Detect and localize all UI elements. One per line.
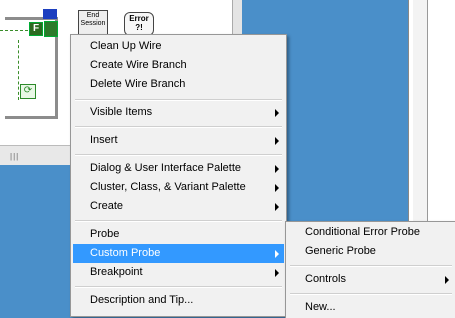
menu-separator — [75, 126, 282, 128]
menu-item-create-wire-branch[interactable]: Create Wire Branch — [73, 56, 284, 75]
submenu-item-controls[interactable]: Controls — [288, 270, 454, 289]
menu-separator — [75, 99, 282, 101]
menu-item-label: Clean Up Wire — [90, 40, 162, 52]
menu-item-label: Description and Tip... — [90, 294, 194, 306]
menu-item-dialog-palette[interactable]: Dialog & User Interface Palette — [73, 159, 284, 178]
menu-item-probe[interactable]: Probe — [73, 225, 284, 244]
menu-item-visible-items[interactable]: Visible Items — [73, 103, 284, 122]
loop-iteration-icon[interactable]: ⟳ — [20, 84, 36, 99]
menu-separator — [290, 293, 452, 295]
menu-separator — [75, 286, 282, 288]
right-window-panel — [408, 0, 455, 225]
submenu-arrow-icon — [445, 276, 449, 284]
menu-item-description-and-tip[interactable]: Description and Tip... — [73, 291, 284, 310]
menu-item-label: Conditional Error Probe — [305, 226, 420, 238]
menu-item-label: Cluster, Class, & Variant Palette — [90, 181, 246, 193]
submenu-item-conditional-error-probe[interactable]: Conditional Error Probe — [288, 223, 454, 242]
submenu-arrow-icon — [275, 165, 279, 173]
menu-item-breakpoint[interactable]: Breakpoint — [73, 263, 284, 282]
submenu-arrow-icon — [275, 203, 279, 211]
menu-item-label: New... — [305, 301, 336, 313]
custom-probe-submenu: Conditional Error Probe Generic Probe Co… — [285, 221, 455, 318]
false-constant[interactable]: F — [29, 22, 43, 36]
error-vi-icon[interactable]: Error ?! — [124, 12, 154, 36]
menu-item-clean-up-wire[interactable]: Clean Up Wire — [73, 37, 284, 56]
menu-item-label: Insert — [90, 134, 118, 146]
menu-item-label: Custom Probe — [90, 247, 161, 259]
submenu-arrow-icon — [275, 109, 279, 117]
menu-item-label: Create Wire Branch — [90, 59, 187, 71]
menu-item-custom-probe[interactable]: Custom Probe — [73, 244, 284, 263]
menu-item-label: Breakpoint — [90, 266, 143, 278]
submenu-arrow-icon — [275, 250, 279, 258]
menu-item-label: Generic Probe — [305, 245, 376, 257]
submenu-arrow-icon — [275, 137, 279, 145]
menu-item-label: Delete Wire Branch — [90, 78, 186, 90]
menu-separator — [290, 265, 452, 267]
menu-item-insert[interactable]: Insert — [73, 131, 284, 150]
select-node-icon[interactable] — [44, 21, 58, 37]
menu-item-label: Visible Items — [90, 106, 153, 118]
boolean-wire-node[interactable] — [43, 9, 57, 19]
context-menu: Clean Up Wire Create Wire Branch Delete … — [70, 34, 287, 317]
right-scrollbar[interactable] — [413, 0, 428, 225]
submenu-item-generic-probe[interactable]: Generic Probe — [288, 242, 454, 261]
submenu-arrow-icon — [275, 269, 279, 277]
menu-separator — [75, 154, 282, 156]
menu-item-label: Controls — [305, 273, 346, 285]
menu-separator — [75, 220, 282, 222]
menu-item-delete-wire-branch[interactable]: Delete Wire Branch — [73, 75, 284, 94]
menu-item-label: Probe — [90, 228, 120, 240]
menu-item-label: Dialog & User Interface Palette — [90, 162, 242, 174]
submenu-item-new[interactable]: New... — [288, 298, 454, 317]
submenu-arrow-icon — [275, 184, 279, 192]
scroll-grip-icon: ||| — [10, 152, 20, 161]
menu-item-create[interactable]: Create — [73, 197, 284, 216]
menu-item-cluster-palette[interactable]: Cluster, Class, & Variant Palette — [73, 178, 284, 197]
menu-item-label: Create — [90, 200, 124, 212]
